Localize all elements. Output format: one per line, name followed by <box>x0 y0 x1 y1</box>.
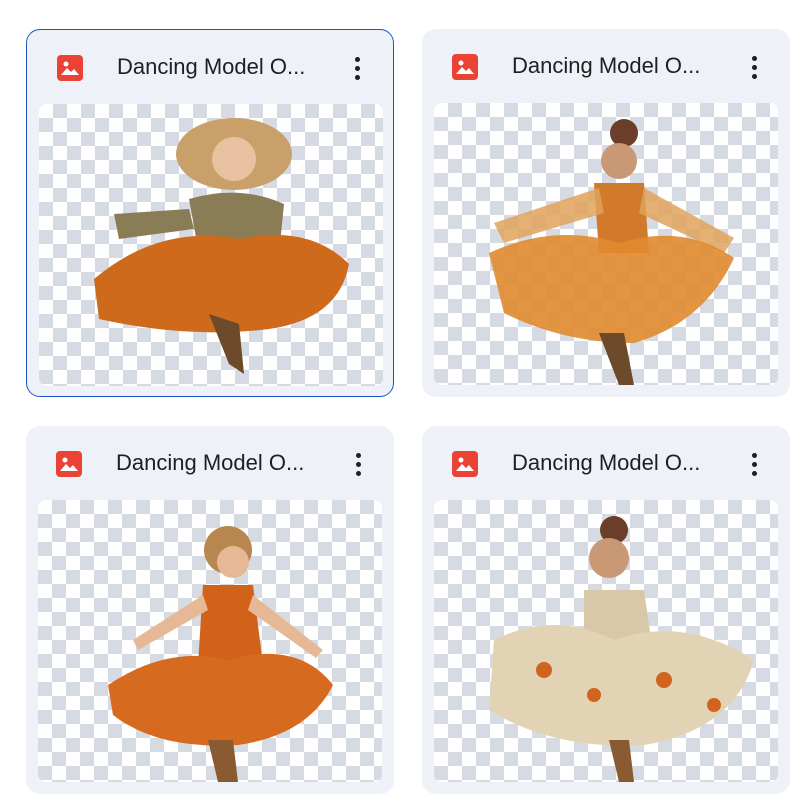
image-thumbnail[interactable] <box>39 104 383 386</box>
file-card[interactable]: Dancing Model O... <box>422 426 790 794</box>
file-card[interactable]: Dancing Model O... <box>26 426 394 794</box>
more-options-icon[interactable] <box>740 51 768 83</box>
more-options-icon[interactable] <box>344 448 372 480</box>
image-thumbnail[interactable] <box>434 103 778 385</box>
image-thumbnail[interactable] <box>38 500 382 782</box>
image-file-icon <box>57 55 83 81</box>
file-card-header: Dancing Model O... <box>27 30 393 104</box>
image-file-icon <box>56 451 82 477</box>
file-title: Dancing Model O... <box>512 450 701 475</box>
file-title: Dancing Model O... <box>116 450 305 475</box>
dancer-image <box>489 516 754 782</box>
file-card-header: Dancing Model O... <box>422 29 790 103</box>
file-title: Dancing Model O... <box>117 54 306 79</box>
file-card-header: Dancing Model O... <box>422 426 790 500</box>
file-card[interactable]: Dancing Model O... <box>422 29 790 397</box>
dancer-image <box>108 526 333 782</box>
image-thumbnail[interactable] <box>434 500 778 782</box>
file-card-header: Dancing Model O... <box>26 426 394 500</box>
more-options-icon[interactable] <box>343 52 371 84</box>
file-card[interactable]: Dancing Model O... <box>26 29 394 397</box>
image-file-icon <box>452 54 478 80</box>
dancer-image <box>489 119 734 385</box>
file-title: Dancing Model O... <box>512 53 701 78</box>
image-file-icon <box>452 451 478 477</box>
more-options-icon[interactable] <box>740 448 768 480</box>
dancer-image <box>94 118 349 374</box>
